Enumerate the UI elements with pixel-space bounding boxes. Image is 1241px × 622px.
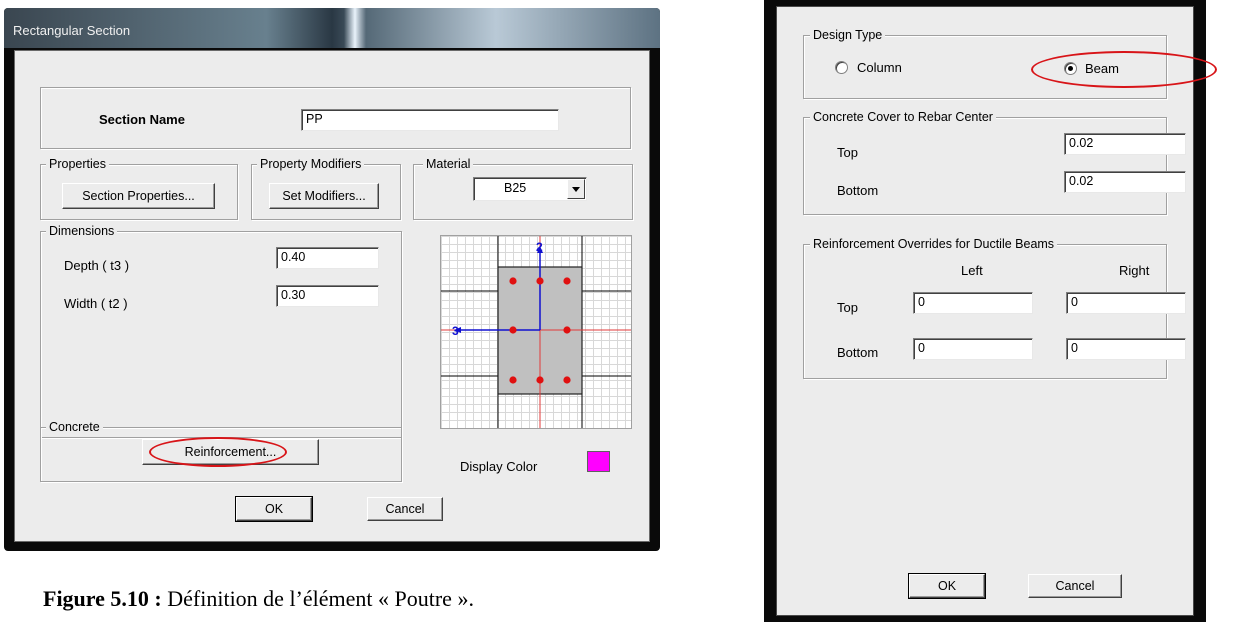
column-radio[interactable] bbox=[835, 61, 848, 74]
title-bar-glow bbox=[344, 8, 366, 48]
ok-button[interactable]: OK bbox=[908, 573, 986, 599]
cancel-button[interactable]: Cancel bbox=[1028, 574, 1122, 598]
figure-caption-number: Figure 5.10 : bbox=[43, 586, 162, 611]
concrete-cover-group bbox=[803, 117, 1167, 215]
rebar-dot bbox=[563, 277, 571, 285]
figure-caption: Figure 5.10 : Définition de l’élément « … bbox=[43, 586, 474, 612]
cover-top-input[interactable]: 0.02 bbox=[1064, 133, 1186, 155]
display-color-swatch[interactable] bbox=[587, 451, 610, 472]
window-title: Rectangular Section bbox=[13, 23, 131, 38]
ok-button[interactable]: OK bbox=[235, 496, 313, 522]
override-top-label: Top bbox=[837, 300, 858, 315]
rebar-dot bbox=[563, 326, 571, 334]
axis-3-label: 3 bbox=[452, 324, 459, 338]
section-name-input[interactable]: PP bbox=[301, 109, 559, 131]
figure-caption-text: Définition de l’élément « Poutre ». bbox=[161, 586, 474, 611]
cover-bottom-input[interactable]: 0.02 bbox=[1064, 171, 1186, 193]
design-type-legend: Design Type bbox=[810, 28, 886, 42]
reinforcement-highlight-ellipse bbox=[149, 437, 287, 467]
cancel-button[interactable]: Cancel bbox=[367, 497, 443, 521]
axis-2-label: 2 bbox=[536, 240, 543, 254]
rebar-dot bbox=[536, 277, 544, 285]
title-bar[interactable]: Rectangular Section bbox=[4, 8, 660, 48]
override-bottom-label: Bottom bbox=[837, 345, 879, 360]
cover-top-label: Top bbox=[837, 145, 858, 160]
right-column-header: Right bbox=[1119, 263, 1150, 278]
rebar-dot bbox=[563, 376, 571, 384]
depth-label: Depth ( t3 ) bbox=[64, 258, 130, 273]
rebar-dot bbox=[509, 326, 517, 334]
concrete-legend: Concrete bbox=[46, 420, 103, 434]
reinforcement-data-window: Design Type Column Beam Concrete Cover t… bbox=[764, 0, 1217, 622]
material-select[interactable]: B25 bbox=[473, 177, 587, 201]
section-preview-drawing: 2 3 bbox=[441, 236, 631, 428]
width-input[interactable]: 0.30 bbox=[276, 285, 379, 307]
column-radio-label[interactable]: Column bbox=[857, 60, 902, 76]
display-color-label: Display Color bbox=[460, 459, 538, 474]
top-left-input[interactable]: 0 bbox=[913, 292, 1033, 314]
section-name-label: Section Name bbox=[99, 112, 185, 127]
rebar-dot bbox=[536, 376, 544, 384]
chevron-down-icon[interactable] bbox=[567, 179, 585, 199]
rebar-dot bbox=[509, 376, 517, 384]
set-modifiers-button[interactable]: Set Modifiers... bbox=[269, 183, 379, 209]
depth-input[interactable]: 0.40 bbox=[276, 247, 379, 269]
bottom-left-input[interactable]: 0 bbox=[913, 338, 1033, 360]
reinforcement-overrides-legend: Reinforcement Overrides for Ductile Beam… bbox=[810, 237, 1058, 251]
left-column-header: Left bbox=[961, 263, 983, 278]
material-legend: Material bbox=[423, 157, 474, 171]
top-right-input[interactable]: 0 bbox=[1066, 292, 1186, 314]
beam-highlight-ellipse bbox=[1031, 51, 1217, 88]
property-modifiers-legend: Property Modifiers bbox=[257, 157, 365, 171]
section-preview: 2 3 bbox=[440, 235, 632, 429]
section-properties-button[interactable]: Section Properties... bbox=[62, 183, 215, 209]
width-label: Width ( t2 ) bbox=[64, 296, 128, 311]
concrete-cover-legend: Concrete Cover to Rebar Center bbox=[810, 110, 996, 124]
properties-legend: Properties bbox=[46, 157, 109, 171]
bottom-right-input[interactable]: 0 bbox=[1066, 338, 1186, 360]
rectangular-section-window: Rectangular Section Section Name PP Prop… bbox=[4, 8, 660, 551]
reinforcement-data-dialog: Design Type Column Beam Concrete Cover t… bbox=[776, 6, 1217, 616]
material-select-value: B25 bbox=[504, 181, 527, 195]
dimensions-legend: Dimensions bbox=[46, 224, 118, 238]
cover-bottom-label: Bottom bbox=[837, 183, 879, 198]
rebar-dot bbox=[509, 277, 517, 285]
